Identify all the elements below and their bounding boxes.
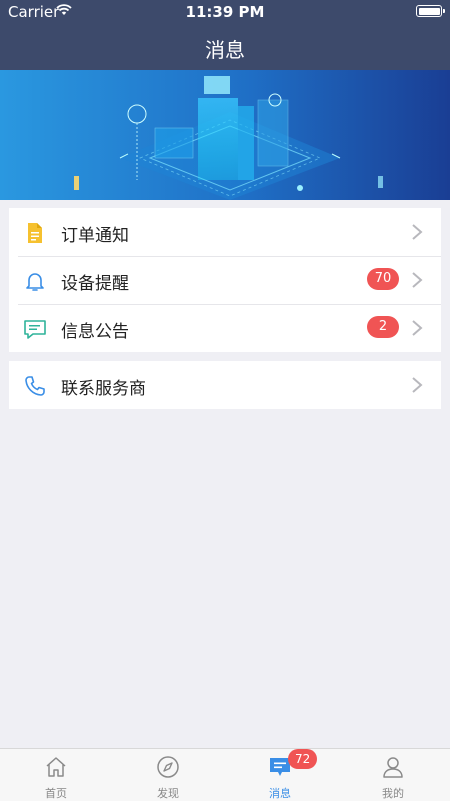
tab-profile[interactable]: 我的 [337, 749, 449, 801]
compass-icon [157, 756, 179, 778]
user-icon [383, 757, 403, 778]
tab-label: 首页 [45, 787, 67, 800]
tab-discover[interactable]: 发现 [112, 749, 224, 801]
chevron-right-icon [412, 224, 423, 240]
list-item-label: 订单通知 [61, 226, 129, 246]
chevron-right-icon [412, 272, 423, 288]
tab-label: 消息 [269, 787, 291, 800]
tab-home[interactable]: 首页 [0, 749, 112, 801]
list-item-announcement[interactable]: 信息公告 2 [9, 304, 441, 352]
unread-badge: 72 [288, 749, 318, 769]
list-item-label: 设备提醒 [61, 274, 129, 294]
chat-icon [24, 320, 46, 339]
unread-badge: 70 [367, 268, 399, 290]
nav-bar: 消息 [0, 24, 450, 70]
list-item-order-notice[interactable]: 订单通知 [9, 208, 441, 256]
unread-badge: 2 [367, 316, 399, 338]
list-item-device-alert[interactable]: 设备提醒 70 [9, 256, 441, 304]
contact-list: 联系服务商 [9, 361, 441, 409]
tab-bar: 首页 发现 72 消息 我的 [0, 748, 450, 801]
list-item-label: 信息公告 [61, 322, 129, 342]
document-icon [28, 223, 42, 243]
phone-icon [25, 376, 45, 396]
status-bar: Carrier 11:39 PM [0, 0, 450, 24]
chevron-right-icon [412, 377, 423, 393]
home-icon [46, 757, 66, 777]
page-title: 消息 [205, 38, 245, 62]
tab-messages[interactable]: 72 消息 [224, 749, 336, 801]
list-item-label: 联系服务商 [61, 379, 146, 399]
tab-label: 发现 [157, 787, 179, 800]
banner-image [0, 70, 450, 200]
chevron-right-icon [412, 320, 423, 336]
battery-icon [416, 5, 445, 17]
tab-label: 我的 [382, 787, 404, 800]
message-category-list: 订单通知 设备提醒 70 信息公告 2 [9, 208, 441, 352]
clock: 11:39 PM [185, 3, 265, 21]
bell-icon [26, 273, 44, 291]
list-item-contact-provider[interactable]: 联系服务商 [9, 361, 441, 409]
